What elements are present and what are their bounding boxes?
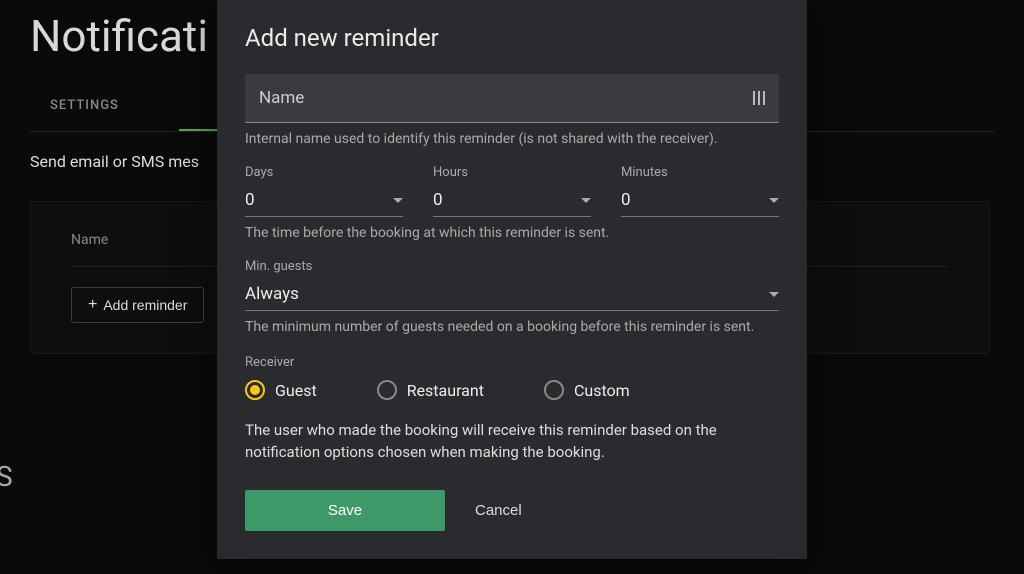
receiver-section: Receiver Guest Restaurant Custom The use… <box>245 355 779 464</box>
save-button[interactable]: Save <box>245 490 445 531</box>
receiver-radio-row: Guest Restaurant Custom <box>245 380 779 400</box>
chevron-down-icon <box>769 198 779 203</box>
time-row: Days 0 Hours 0 Minutes 0 <box>245 165 779 217</box>
days-label: Days <box>245 165 403 180</box>
name-helper-text: Internal name used to identify this remi… <box>245 131 779 147</box>
hours-select[interactable]: 0 <box>433 186 591 217</box>
receiver-custom-radio[interactable]: Custom <box>544 380 630 400</box>
days-field: Days 0 <box>245 165 403 217</box>
modal-title: Add new reminder <box>245 24 779 52</box>
minutes-select[interactable]: 0 <box>621 186 779 217</box>
receiver-guest-label: Guest <box>275 381 317 400</box>
minutes-value: 0 <box>621 190 631 210</box>
min-guests-helper-text: The minimum number of guests needed on a… <box>245 319 779 335</box>
minutes-field: Minutes 0 <box>621 165 779 217</box>
days-select[interactable]: 0 <box>245 186 403 217</box>
input-indicator-icon <box>753 91 765 105</box>
chevron-down-icon <box>393 198 403 203</box>
radio-unselected-icon <box>544 380 564 400</box>
modal-overlay: Add new reminder Name Internal name used… <box>0 0 1024 574</box>
time-helper-text: The time before the booking at which thi… <box>245 225 779 241</box>
chevron-down-icon <box>581 198 591 203</box>
receiver-guest-radio[interactable]: Guest <box>245 380 317 400</box>
radio-selected-icon <box>245 380 265 400</box>
min-guests-label: Min. guests <box>245 259 779 274</box>
chevron-down-icon <box>769 292 779 297</box>
min-guests-value: Always <box>245 284 299 304</box>
modal-actions: Save Cancel <box>245 490 779 531</box>
days-value: 0 <box>245 190 255 210</box>
hours-label: Hours <box>433 165 591 180</box>
receiver-description: The user who made the booking will recei… <box>245 420 779 464</box>
name-input[interactable]: Name <box>245 74 779 123</box>
receiver-custom-label: Custom <box>574 381 630 400</box>
name-placeholder: Name <box>259 88 304 108</box>
minutes-label: Minutes <box>621 165 779 180</box>
cancel-button[interactable]: Cancel <box>463 492 534 529</box>
hours-field: Hours 0 <box>433 165 591 217</box>
receiver-restaurant-radio[interactable]: Restaurant <box>377 380 484 400</box>
receiver-label: Receiver <box>245 355 779 370</box>
min-guests-field: Min. guests Always <box>245 259 779 311</box>
radio-unselected-icon <box>377 380 397 400</box>
receiver-restaurant-label: Restaurant <box>407 381 484 400</box>
min-guests-select[interactable]: Always <box>245 280 779 311</box>
hours-value: 0 <box>433 190 443 210</box>
add-reminder-modal: Add new reminder Name Internal name used… <box>217 0 807 559</box>
